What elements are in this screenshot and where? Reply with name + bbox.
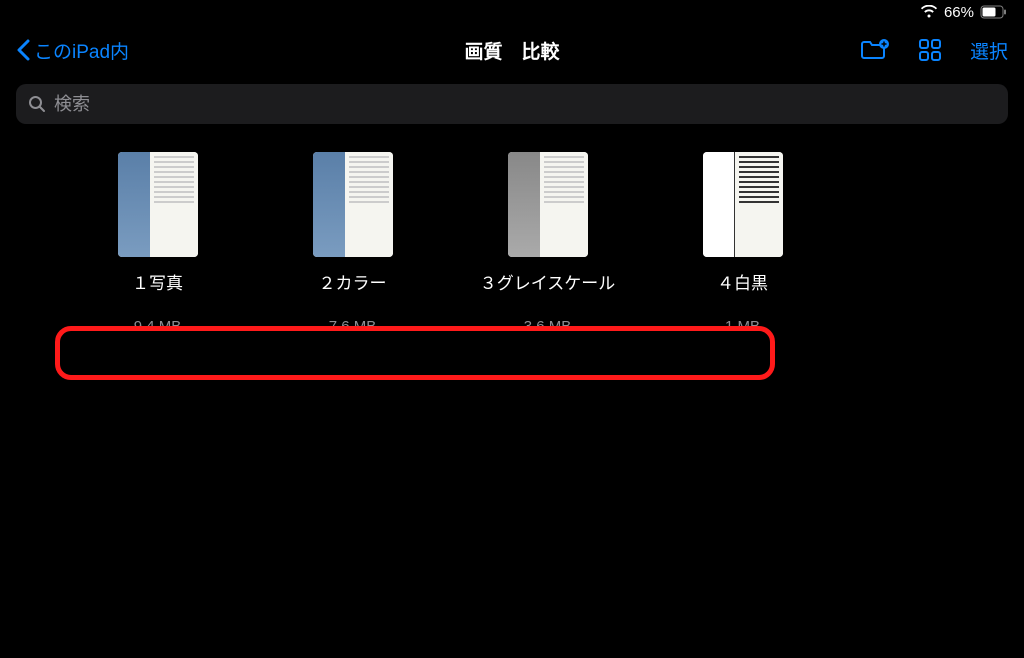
file-item[interactable]: ４白黒 1 MB bbox=[645, 152, 840, 335]
search-field[interactable] bbox=[16, 84, 1008, 124]
search-input[interactable] bbox=[54, 94, 996, 115]
file-name: １写真 bbox=[132, 269, 183, 294]
file-size: 3.6 MB bbox=[524, 318, 572, 335]
battery-icon bbox=[980, 5, 1008, 19]
file-item[interactable]: ２カラー 7.6 MB bbox=[255, 152, 450, 335]
select-button[interactable]: 選択 bbox=[970, 37, 1008, 64]
file-size: 7.6 MB bbox=[329, 318, 377, 335]
battery-percentage: 66% bbox=[944, 4, 974, 21]
file-name: ２カラー bbox=[319, 269, 387, 294]
grid-view-icon[interactable] bbox=[918, 38, 942, 62]
status-bar: 66% bbox=[0, 0, 1024, 24]
file-thumbnail bbox=[118, 152, 198, 257]
file-thumbnail bbox=[313, 152, 393, 257]
file-size: 9.4 MB bbox=[134, 318, 182, 335]
nav-bar: このiPad内 画質 比較 選択 bbox=[0, 24, 1024, 76]
file-name: ３グレイスケール bbox=[480, 269, 616, 294]
file-size: 1 MB bbox=[725, 318, 760, 335]
file-grid: １写真 9.4 MB ２カラー 7.6 MB ３グレイスケール 3.6 MB bbox=[0, 152, 1024, 335]
file-item[interactable]: １写真 9.4 MB bbox=[60, 152, 255, 335]
back-label: このiPad内 bbox=[34, 37, 129, 64]
chevron-left-icon bbox=[16, 39, 30, 61]
file-name: ４白黒 bbox=[717, 269, 768, 294]
wifi-icon bbox=[920, 5, 938, 19]
file-item[interactable]: ３グレイスケール 3.6 MB bbox=[450, 152, 645, 335]
new-folder-icon[interactable] bbox=[860, 38, 890, 62]
page-title: 画質 比較 bbox=[464, 37, 559, 64]
search-icon bbox=[28, 95, 46, 113]
file-grid-container: １写真 9.4 MB ２カラー 7.6 MB ３グレイスケール 3.6 MB bbox=[0, 136, 1024, 335]
file-thumbnail bbox=[703, 152, 783, 257]
file-thumbnail bbox=[508, 152, 588, 257]
back-button[interactable]: このiPad内 bbox=[16, 37, 129, 64]
search-container bbox=[0, 76, 1024, 136]
nav-actions: 選択 bbox=[860, 37, 1008, 64]
